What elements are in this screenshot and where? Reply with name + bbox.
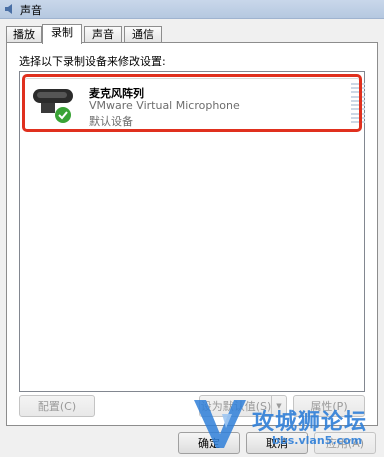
microphone-icon (33, 89, 73, 123)
set-default-button[interactable]: 设为默认值(S) ▼ (199, 395, 287, 417)
dialog-footer: 确定 取消 应用(A) (0, 428, 384, 457)
device-list[interactable]: 麦克风阵列 VMware Virtual Microphone 默认设备 (19, 71, 365, 392)
apply-button[interactable]: 应用(A) (314, 432, 376, 454)
device-item-microphone-array[interactable]: 麦克风阵列 VMware Virtual Microphone 默认设备 (22, 74, 365, 132)
instruction-text: 选择以下录制设备来修改设置: (19, 55, 166, 68)
tab-playback[interactable]: 播放 (6, 26, 42, 43)
ok-button[interactable]: 确定 (178, 432, 240, 454)
properties-button[interactable]: 属性(P) (293, 395, 365, 417)
recording-panel: 选择以下录制设备来修改设置: 麦克风阵列 VMware Virtual Micr… (6, 42, 378, 426)
device-description: VMware Virtual Microphone (89, 99, 240, 112)
window-title: 声音 (20, 4, 42, 17)
level-meter (351, 83, 365, 123)
tab-sounds[interactable]: 声音 (84, 26, 122, 43)
default-check-icon (55, 107, 71, 123)
speaker-icon (5, 4, 12, 14)
set-default-label: 设为默认值(S) (200, 400, 272, 413)
configure-button[interactable]: 配置(C) (19, 395, 95, 417)
chevron-down-icon[interactable]: ▼ (271, 396, 286, 416)
tab-recording[interactable]: 录制 (42, 24, 82, 44)
title-bar[interactable]: 声音 (0, 0, 384, 19)
device-status: 默认设备 (89, 115, 133, 128)
cancel-button[interactable]: 取消 (246, 432, 308, 454)
tab-communications[interactable]: 通信 (124, 26, 162, 43)
